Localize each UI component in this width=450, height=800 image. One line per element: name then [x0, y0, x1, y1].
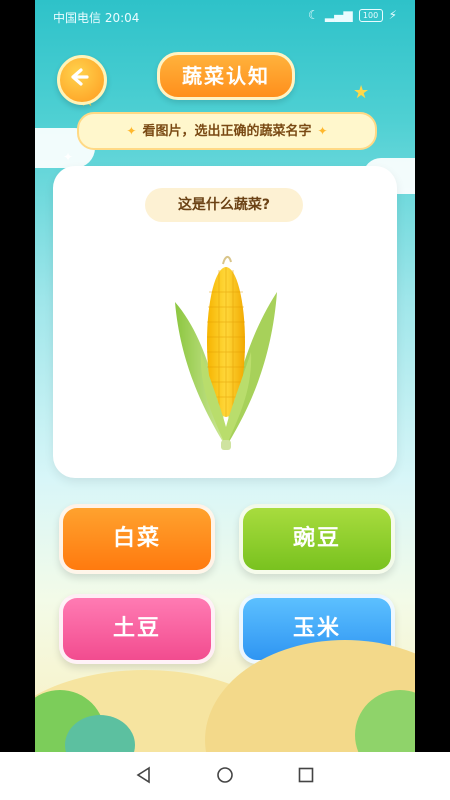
signal-icon: ▂▄▆ [324, 8, 353, 22]
sparkle-icon: ✦ [126, 124, 137, 138]
moon-icon: ☾ [308, 8, 319, 22]
instruction-text: 看图片，选出正确的蔬菜名字 [142, 124, 312, 139]
option-button-2[interactable]: 豌豆 [239, 504, 395, 574]
question-label: 这是什么蔬菜? [145, 188, 303, 222]
status-bar: 中国电信 20:04 ☾ ▂▄▆ 100 ⚡ [35, 0, 415, 32]
system-nav-bar [0, 752, 450, 800]
charging-icon: ⚡ [388, 8, 397, 22]
option-button-1[interactable]: 白菜 [59, 504, 215, 574]
sparkle-icon: ✦ [317, 124, 328, 138]
status-icons: ☾ ▂▄▆ 100 ⚡ [308, 8, 397, 22]
star-icon: ✦ [63, 150, 74, 164]
battery-icon: 100 [358, 8, 383, 22]
star-icon: ★ [353, 82, 370, 103]
arrow-left-icon [71, 68, 89, 86]
status-carrier-time: 中国电信 20:04 [53, 11, 140, 25]
question-card: 这是什么蔬菜? [53, 166, 397, 478]
square-recent-icon[interactable] [297, 766, 315, 784]
option-button-3[interactable]: 土豆 [59, 594, 215, 664]
back-button[interactable] [57, 55, 107, 105]
corn-illustration [175, 256, 277, 450]
triangle-back-icon[interactable] [135, 766, 153, 784]
page-title: 蔬菜认知 [157, 52, 295, 100]
circle-home-icon[interactable] [216, 766, 234, 784]
instruction-banner: ✦ 看图片，选出正确的蔬菜名字 ✦ [77, 112, 377, 150]
app-screen: 中国电信 20:04 ☾ ▂▄▆ 100 ⚡ ★ ★ ✦ 蔬菜认知 ✦看图片，选… [35, 0, 415, 800]
